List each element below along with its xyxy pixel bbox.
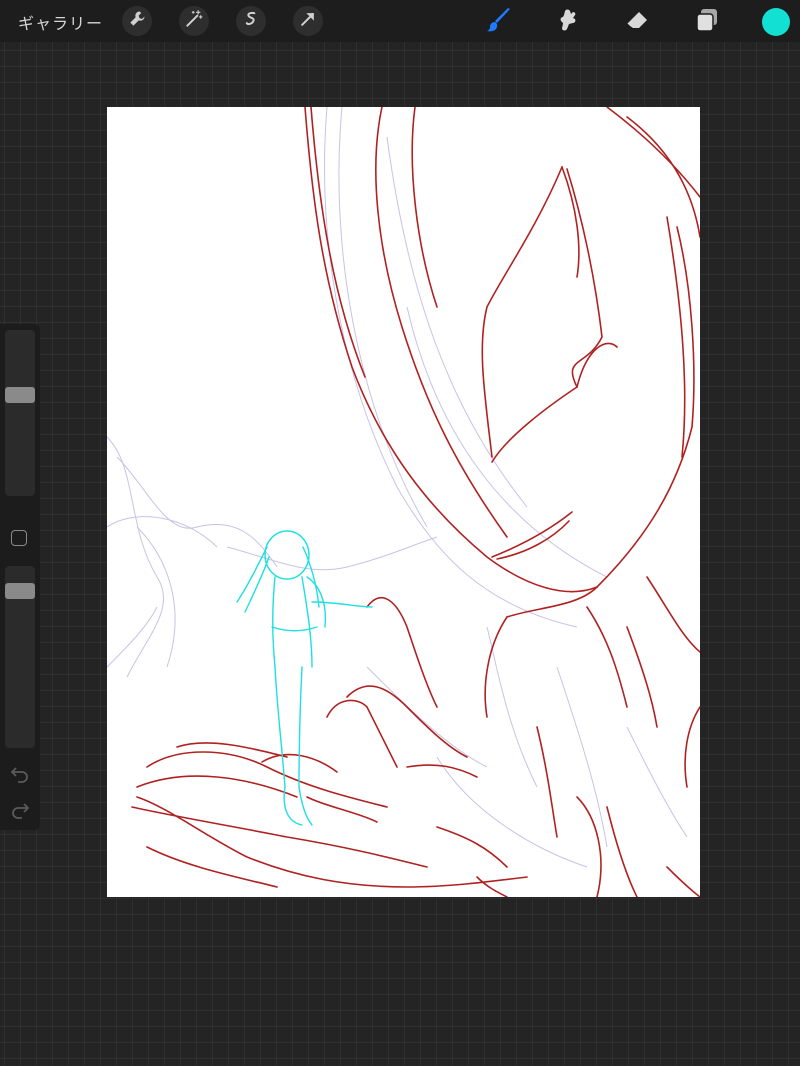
modify-button[interactable] — [11, 530, 27, 546]
transform-button[interactable] — [293, 6, 323, 36]
actions-button[interactable] — [122, 6, 152, 36]
gallery-button[interactable]: ギャラリー — [18, 10, 103, 34]
wrench-icon — [127, 9, 147, 33]
layers-tool[interactable] — [692, 7, 722, 37]
smudge-icon — [554, 6, 582, 38]
smudge-tool[interactable] — [553, 7, 583, 37]
brush-size-slider[interactable] — [5, 330, 35, 496]
left-sidebar — [0, 324, 40, 830]
magic-wand-icon — [184, 9, 204, 33]
selection-button[interactable] — [236, 6, 266, 36]
brush-icon — [485, 6, 513, 38]
opacity-handle[interactable] — [5, 583, 35, 599]
sketch-artwork — [107, 107, 700, 897]
top-toolbar: ギャラリー — [0, 0, 800, 42]
selection-icon — [241, 9, 261, 33]
brush-tool[interactable] — [484, 7, 514, 37]
undo-icon[interactable] — [9, 762, 31, 784]
color-picker-button[interactable] — [762, 8, 790, 36]
opacity-slider[interactable] — [5, 566, 35, 748]
eraser-icon — [623, 6, 651, 38]
layers-icon — [693, 6, 721, 38]
adjustments-button[interactable] — [179, 6, 209, 36]
brush-size-handle[interactable] — [5, 387, 35, 403]
drawing-canvas[interactable] — [107, 107, 700, 897]
redo-icon[interactable] — [9, 798, 31, 820]
transform-arrow-icon — [298, 9, 318, 33]
eraser-tool[interactable] — [622, 7, 652, 37]
